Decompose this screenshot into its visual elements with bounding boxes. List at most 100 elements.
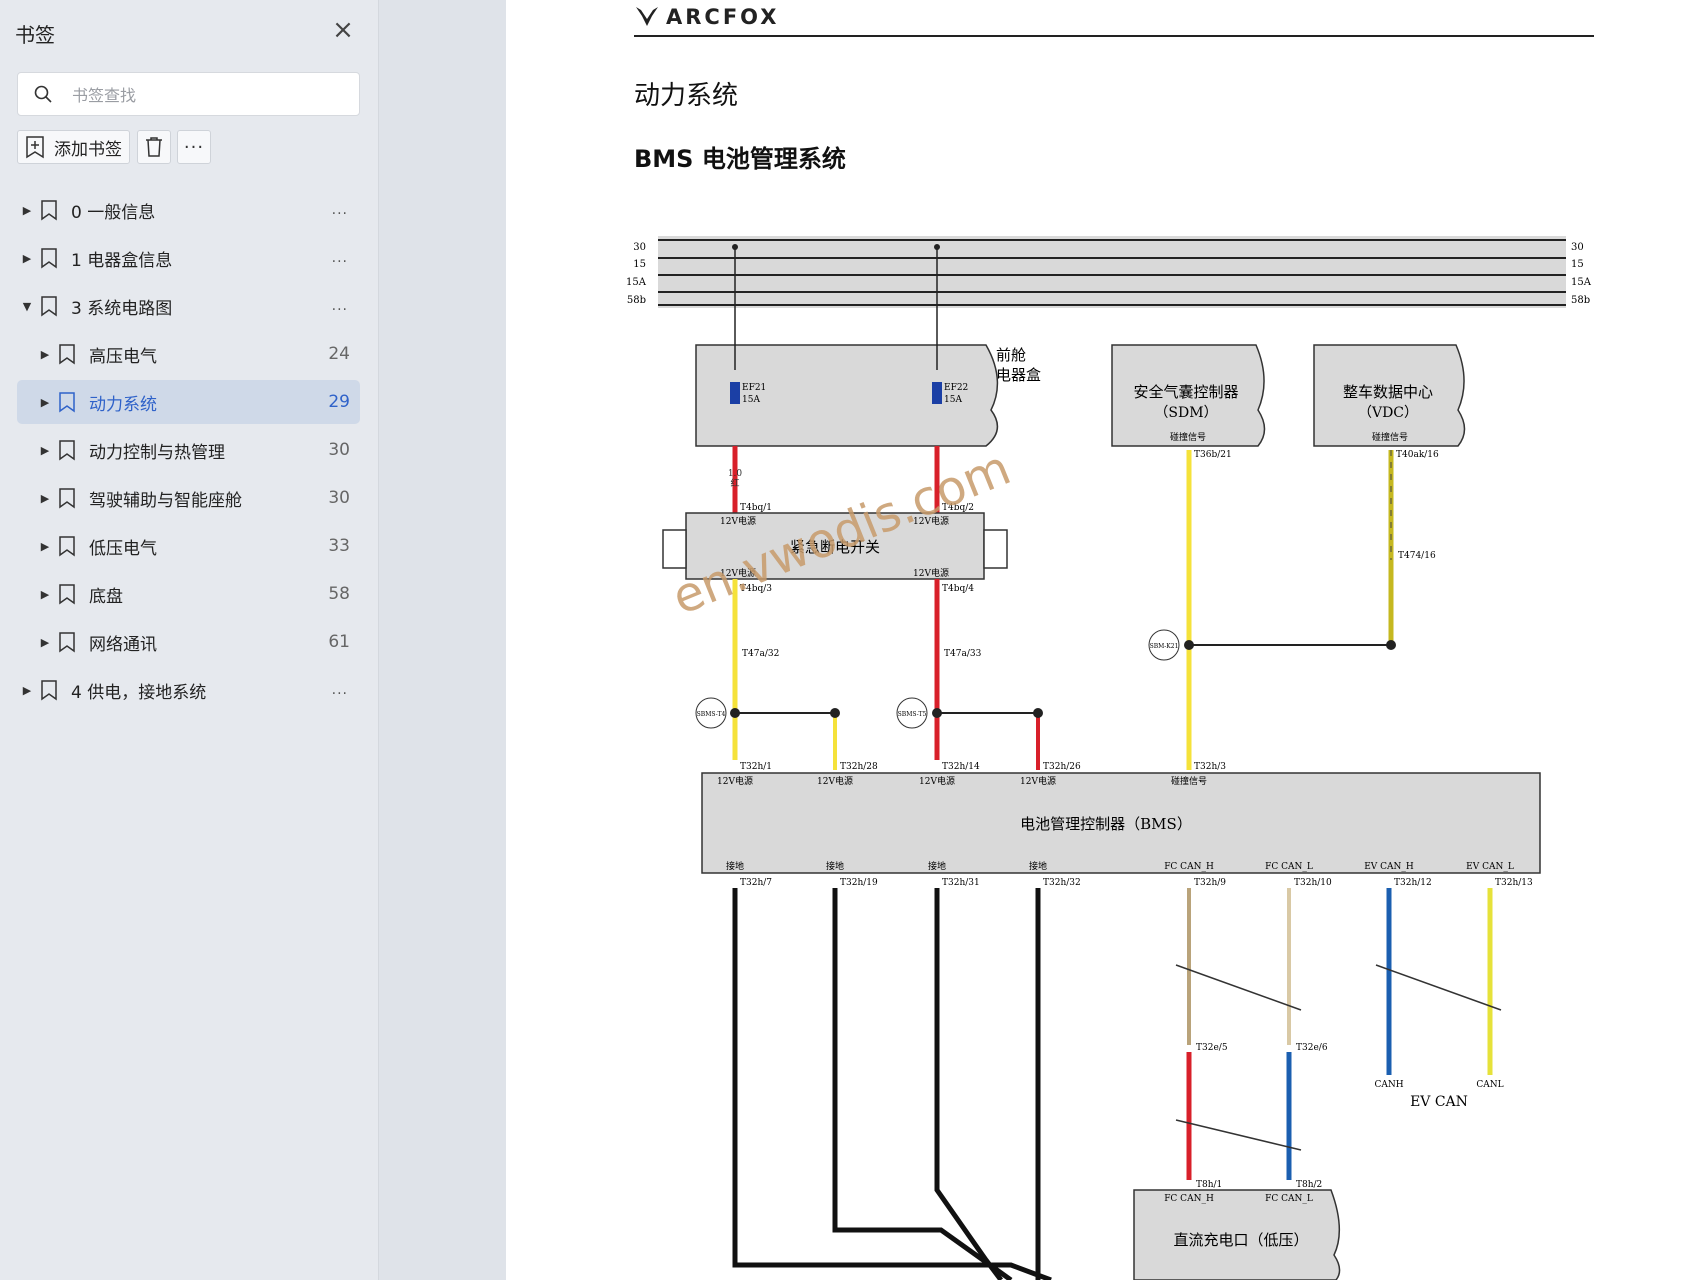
bookmark-label: 高压电气	[89, 346, 157, 367]
caret-right-icon[interactable]: ▶	[21, 204, 33, 217]
bookmark-options-button[interactable]: ...	[332, 202, 348, 218]
add-bookmark-label: 添加书签	[54, 139, 122, 160]
caret-right-icon[interactable]: ▶	[21, 252, 33, 265]
bookmark-item[interactable]: ▶ 0 一般信息...	[17, 188, 360, 232]
bookmark-options-button[interactable]: ...	[332, 682, 348, 698]
caret-right-icon[interactable]: ▶	[39, 636, 51, 649]
fuse-ef22: EF22	[944, 383, 968, 393]
fuse-ef22-rating: 15A	[944, 395, 962, 405]
rail-label-58b: 58b	[627, 295, 646, 306]
caret-right-icon[interactable]: ▶	[39, 540, 51, 553]
bookmark-item[interactable]: ▶ 高压电气 24	[17, 332, 360, 376]
conn-t47a33: T47a/33	[944, 649, 982, 659]
bms-bottom-pin-1: 接地	[726, 860, 744, 872]
bookmark-icon	[59, 440, 75, 461]
bookmark-item[interactable]: ▶ 动力控制与热管理 30	[17, 428, 360, 472]
bookmark-item[interactable]: ▶ 低压电气 33	[17, 524, 360, 568]
sdm-label-2: （SDM）	[1154, 405, 1217, 421]
conn-t32e6: T32e/6	[1296, 1043, 1328, 1053]
vdc-label-1: 整车数据中心	[1343, 383, 1433, 401]
caret-right-icon[interactable]: ▶	[39, 444, 51, 457]
bms-top-pin-1: 12V电源	[717, 775, 753, 787]
bms-bottom-pin-2: 接地	[826, 860, 844, 872]
caret-right-icon[interactable]: ▶	[39, 396, 51, 409]
conn-t32h31: T32h/31	[942, 878, 980, 888]
bms-bottom-pin-5: FC CAN_H	[1164, 862, 1214, 872]
fuse-ef21: EF21	[742, 383, 766, 393]
add-bookmark-button[interactable]: 添加书签	[17, 130, 130, 164]
bms-top-pin-4: 12V电源	[1020, 775, 1056, 787]
bookmark-label: 1 电器盒信息	[71, 250, 173, 271]
trash-icon	[146, 137, 162, 157]
bookmark-page-number: 58	[328, 584, 350, 604]
conn-t32h7: T32h/7	[740, 878, 772, 888]
close-icon[interactable]: ×	[330, 17, 356, 44]
caret-down-icon[interactable]: ▼	[21, 300, 33, 313]
sdm-signal: 碰撞信号	[1170, 431, 1206, 443]
bms-bottom-pin-7: EV CAN_H	[1364, 862, 1414, 872]
more-options-button[interactable]: ···	[177, 130, 211, 164]
conn-t32h19: T32h/19	[840, 878, 878, 888]
conn-t8h2: T8h/2	[1296, 1180, 1322, 1190]
conn-t32h12: T32h/12	[1394, 878, 1432, 888]
front-box-label-2: 电器盒	[996, 366, 1041, 384]
crash-signal-wires: SBM-K21 T474/16	[1148, 450, 1436, 770]
switch-pwr-tl: 12V电源	[720, 515, 756, 527]
bookmark-item[interactable]: ▶ 4 供电，接地系统...	[17, 668, 360, 712]
rail-label-15a: 15A	[626, 277, 647, 288]
bookmark-label: 低压电气	[89, 538, 157, 559]
bookmark-options-button[interactable]: ...	[332, 250, 348, 266]
bookmark-sidebar: 书签 × 添加书签 ··· ▶ 0 一般信息... ▶ 1 电器盒信息... ▼ 3 系统…	[0, 0, 378, 1280]
sdm-module: 安全气囊控制器 （SDM） 碰撞信号 T36b/21	[1111, 344, 1266, 460]
bookmark-label: 0 一般信息	[71, 202, 156, 223]
bookmark-icon	[59, 584, 75, 605]
caret-right-icon[interactable]: ▶	[39, 588, 51, 601]
fuse-ef21-rating: 15A	[742, 395, 760, 405]
delete-bookmark-button[interactable]	[137, 130, 171, 164]
bms-module: 电池管理控制器（BMS） 12V电源 12V电源 12V电源 12V电源 碰撞信…	[701, 762, 1541, 874]
bookmark-label: 动力系统	[89, 394, 157, 415]
wire-color-1: 红	[730, 477, 739, 489]
conn-t32h14: T32h/14	[942, 762, 980, 772]
bookmark-icon	[59, 392, 75, 413]
wire-gauge-1: 1.0	[728, 469, 743, 479]
bookmark-item[interactable]: ▶ 1 电器盒信息...	[17, 236, 360, 280]
bms-top-pin-5: 碰撞信号	[1171, 775, 1207, 787]
splice-3: SBM-K21	[1150, 643, 1179, 650]
bookmark-icon	[59, 344, 75, 365]
bookmark-options-button[interactable]: ...	[332, 298, 348, 314]
bms-label: 电池管理控制器（BMS）	[1020, 815, 1192, 833]
bookmark-label: 网络通讯	[89, 634, 157, 655]
ev-can-label: EV CAN	[1410, 1094, 1468, 1110]
rail-label-58b-right: 58b	[1571, 295, 1590, 306]
caret-right-icon[interactable]: ▶	[39, 492, 51, 505]
conn-t32h32: T32h/32	[1043, 878, 1081, 888]
bookmark-icon	[41, 680, 57, 701]
bookmark-icon	[59, 488, 75, 509]
conn-t47a16: T474/16	[1398, 551, 1436, 561]
vdc-label-2: （VDC）	[1358, 405, 1418, 421]
bms-top-pin-2: 12V电源	[817, 775, 853, 787]
bookmark-item[interactable]: ▶ 动力系统 29	[17, 380, 360, 424]
bookmark-label: 4 供电，接地系统	[71, 682, 207, 703]
conn-t32h13: T32h/13	[1495, 878, 1533, 888]
canl-label: CANL	[1476, 1080, 1503, 1090]
bookmark-page-number: 30	[328, 440, 350, 460]
search-input[interactable]	[70, 73, 354, 117]
bookmark-item[interactable]: ▶ 网络通讯 61	[17, 620, 360, 664]
dc-port-label: 直流充电口（低压）	[1173, 1231, 1308, 1249]
sdm-label-1: 安全气囊控制器	[1133, 383, 1238, 401]
bookmark-icon	[41, 296, 57, 317]
caret-right-icon[interactable]: ▶	[39, 348, 51, 361]
conn-t47a32: T47a/32	[742, 649, 779, 659]
bookmark-item[interactable]: ▶ 驾驶辅助与智能座舱 30	[17, 476, 360, 520]
bookmark-item[interactable]: ▶ 底盘 58	[17, 572, 360, 616]
conn-t32h9: T32h/9	[1194, 878, 1226, 888]
conn-t32h10: T32h/10	[1294, 878, 1332, 888]
bookmark-item[interactable]: ▼ 3 系统电路图...	[17, 284, 360, 328]
rail-label-30-right: 30	[1571, 242, 1584, 253]
bms-top-pin-3: 12V电源	[919, 775, 955, 787]
switch-output-wires: T47a/32 T47a/33 SBMS-T4 SBMS-T5	[695, 579, 1043, 770]
wiring-diagram: 30 15 15A 58b 30 15 15A 58b EF21 15A EF2…	[626, 236, 1592, 1280]
caret-right-icon[interactable]: ▶	[21, 684, 33, 697]
